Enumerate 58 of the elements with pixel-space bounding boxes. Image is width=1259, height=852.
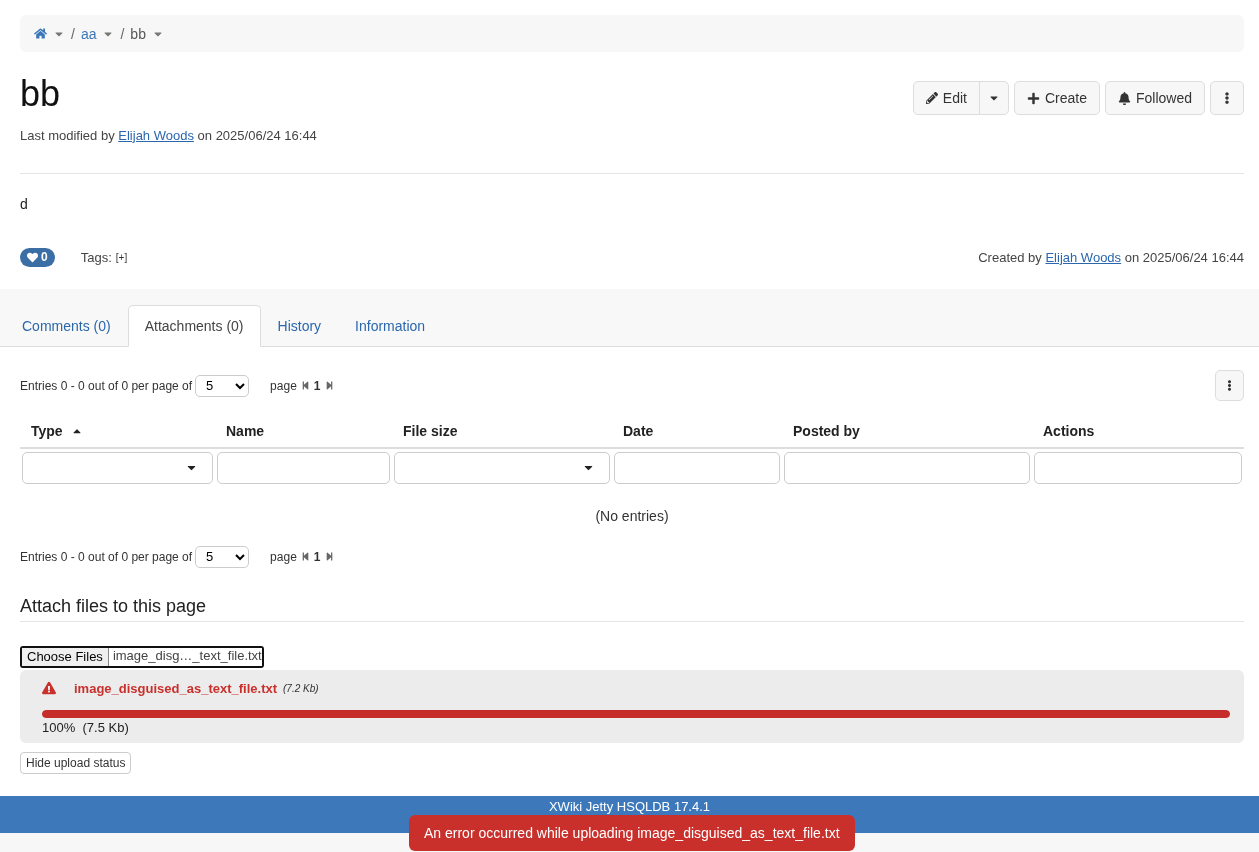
column-header[interactable]: Posted by bbox=[782, 414, 1032, 449]
filter-field[interactable] bbox=[614, 451, 780, 484]
home-icon[interactable] bbox=[34, 27, 47, 40]
breadcrumb-separator: / bbox=[120, 25, 125, 42]
last-modified-text: Last modified by Elijah Woods on 2025/06/24 16:44 bbox=[20, 127, 317, 143]
filter-field[interactable] bbox=[1034, 451, 1242, 484]
page-label: page bbox=[270, 378, 297, 393]
page-title: bb bbox=[20, 74, 62, 114]
edit-button[interactable]: Edit bbox=[913, 82, 980, 114]
last-page-icon[interactable] bbox=[324, 381, 334, 391]
first-page-icon[interactable] bbox=[300, 381, 310, 391]
entries-text: Entries 0 - 0 out of 0 per page of bbox=[20, 378, 193, 393]
like-button[interactable]: 0 bbox=[20, 247, 55, 267]
column-header[interactable]: Type bbox=[20, 414, 215, 449]
attach-heading: Attach files to this page bbox=[20, 595, 1244, 622]
page-label: page bbox=[270, 549, 297, 564]
per-page-select[interactable]: 5 bbox=[195, 545, 250, 568]
page-number[interactable]: 1 bbox=[313, 378, 321, 393]
author-link[interactable]: Elijah Woods bbox=[1045, 249, 1122, 265]
tab[interactable]: History bbox=[260, 304, 339, 347]
column-header[interactable]: Name bbox=[215, 414, 392, 449]
tags-label: Tags: bbox=[80, 249, 112, 265]
page-number[interactable]: 1 bbox=[313, 549, 321, 564]
upload-file-name: image_disguised_as_text_file.txt bbox=[74, 680, 278, 696]
followed-button[interactable]: Followed bbox=[1104, 81, 1205, 115]
per-page-select[interactable]: 5 bbox=[195, 374, 250, 397]
breadcrumb-link[interactable]: aa bbox=[80, 25, 97, 42]
no-entries-text: (No entries) bbox=[594, 506, 670, 526]
tab[interactable]: Attachments (0) bbox=[127, 304, 261, 347]
more-button[interactable] bbox=[1215, 370, 1244, 402]
column-header[interactable]: Date bbox=[612, 414, 782, 449]
filter-field[interactable] bbox=[217, 451, 390, 484]
entries-text: Entries 0 - 0 out of 0 per page of bbox=[20, 549, 193, 564]
progress-text: 100% (7.5 Kb) bbox=[42, 719, 130, 735]
heart-icon bbox=[27, 251, 38, 263]
error-toast: An error occurred while uploading image_disguised_as_text_file.txt bbox=[409, 815, 855, 851]
choose-files-button[interactable]: Choose Files bbox=[22, 647, 109, 666]
more-button[interactable] bbox=[1210, 81, 1244, 115]
breadcrumb-current: bb bbox=[130, 25, 146, 42]
tab[interactable]: Comments (0) bbox=[5, 304, 128, 347]
upload-file-size: (7.2 Kb) bbox=[283, 682, 319, 694]
file-input[interactable]: Choose Files image_disg…_text_file.txt bbox=[20, 645, 264, 668]
page-content: d bbox=[20, 195, 29, 212]
create-button[interactable]: Create bbox=[1013, 81, 1100, 115]
last-page-icon[interactable] bbox=[324, 552, 334, 562]
add-tag-link[interactable]: [+] bbox=[115, 251, 128, 263]
author-link[interactable]: Elijah Woods bbox=[118, 127, 194, 143]
breadcrumb-separator: / bbox=[71, 25, 75, 42]
bell-icon bbox=[1117, 91, 1131, 105]
pencil-icon bbox=[925, 92, 938, 104]
first-page-icon[interactable] bbox=[300, 552, 310, 562]
filter-field[interactable] bbox=[784, 451, 1030, 484]
column-header[interactable]: Actions bbox=[1032, 414, 1244, 449]
column-header[interactable]: File size bbox=[392, 414, 612, 449]
hide-upload-status-button[interactable]: Hide upload status bbox=[20, 751, 132, 774]
plus-icon bbox=[1026, 91, 1040, 105]
created-by-text: Created by Elijah Woods on 2025/06/24 16:44 bbox=[978, 249, 1244, 265]
tab[interactable]: Information bbox=[338, 304, 443, 347]
